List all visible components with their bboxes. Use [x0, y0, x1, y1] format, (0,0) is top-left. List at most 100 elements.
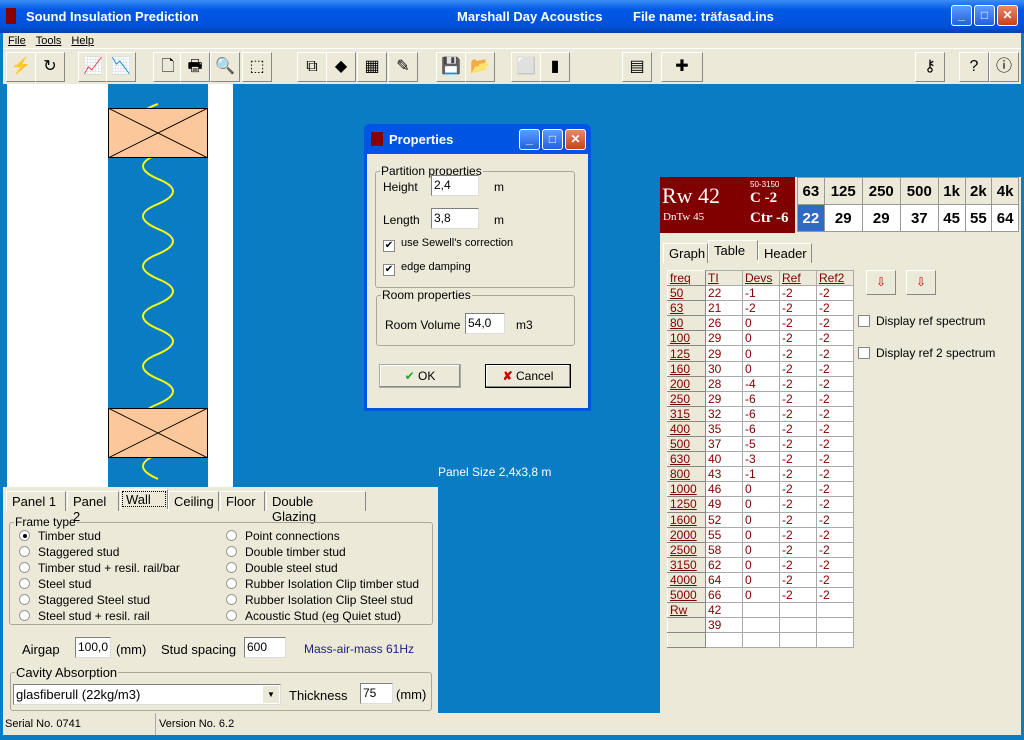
radio-circle[interactable]	[19, 546, 30, 557]
row-header[interactable]: 1600	[667, 511, 706, 528]
radio-steel-stud-resil-rail[interactable]: Steel stud + resil. rail	[19, 609, 150, 623]
table-cell[interactable]: -2	[742, 300, 780, 317]
table-cell[interactable]: 0	[742, 315, 780, 332]
radio-acoustic-stud-eg-quiet-stud-[interactable]: Acoustic Stud (eg Quiet stud)	[226, 609, 401, 623]
table-cell[interactable]	[816, 602, 854, 619]
table-cell[interactable]: -2	[779, 285, 817, 302]
row-header[interactable]: 2000	[667, 526, 706, 543]
radio-circle[interactable]	[226, 578, 237, 589]
table-cell[interactable]: 37	[705, 436, 743, 453]
row-header[interactable]: 5000	[667, 586, 706, 604]
table-cell[interactable]: -2	[779, 405, 817, 422]
table-cell[interactable]: 42	[705, 602, 743, 619]
radio-timber-stud[interactable]: Timber stud	[19, 529, 101, 543]
height-input[interactable]: 2,4	[431, 175, 479, 196]
copy-icon[interactable]: ⧉	[297, 52, 327, 82]
table-cell[interactable]: -2	[816, 586, 854, 604]
key-icon[interactable]: ⚷	[915, 52, 945, 82]
tab-panel-1[interactable]: Panel 1	[6, 491, 66, 511]
table-cell[interactable]: 21	[705, 300, 743, 317]
menu-file[interactable]: File	[8, 35, 26, 47]
table-cell[interactable]: 64	[705, 571, 743, 588]
table-cell[interactable]: -2	[779, 526, 817, 543]
export-icon[interactable]: ⇩	[866, 270, 896, 295]
export-ref-icon[interactable]: ⇩	[906, 270, 936, 295]
table-cell[interactable]: 35	[705, 420, 743, 438]
table-cell[interactable]	[705, 632, 743, 649]
table-cell[interactable]: -2	[816, 436, 854, 453]
table-cell[interactable]: 0	[742, 345, 780, 362]
table-cell[interactable]: 55	[705, 526, 743, 543]
radio-rubber-isolation-clip-timber-stud[interactable]: Rubber Isolation Clip timber stud	[226, 577, 419, 591]
table-cell[interactable]: 66	[705, 586, 743, 604]
row-header[interactable]	[667, 632, 706, 649]
table-cell[interactable]: -2	[779, 360, 817, 377]
table-cell[interactable]: 22	[705, 285, 743, 302]
refresh-icon[interactable]: ↻	[35, 52, 65, 82]
tab-ceiling[interactable]: Ceiling	[168, 491, 219, 511]
table-cell[interactable]: 28	[705, 375, 743, 392]
dialog-minimize-button[interactable]: _	[519, 129, 540, 150]
stud-spacing-input[interactable]: 600	[244, 637, 286, 658]
table-cell[interactable]: 0	[742, 481, 780, 498]
material-icon[interactable]: ◆	[326, 52, 356, 82]
radio-circle[interactable]	[19, 562, 30, 573]
table-cell[interactable]: -2	[816, 511, 854, 528]
info-icon[interactable]: ⓘ	[989, 52, 1019, 82]
table-cell[interactable]: -2	[816, 496, 854, 513]
table-cell[interactable]: -2	[779, 420, 817, 438]
radio-circle[interactable]	[226, 562, 237, 573]
table-cell[interactable]: -2	[816, 390, 854, 407]
octave-band-value[interactable]: 29	[823, 204, 863, 232]
table-cell[interactable]: 30	[705, 360, 743, 377]
preview-icon[interactable]: 🔍	[210, 52, 240, 82]
row-header[interactable]: 125	[667, 345, 706, 362]
help-icon[interactable]: ?	[959, 52, 989, 82]
table-cell[interactable]: -2	[779, 511, 817, 528]
radio-rubber-isolation-clip-steel-stud[interactable]: Rubber Isolation Clip Steel stud	[226, 593, 413, 607]
row-header[interactable]: 250	[667, 390, 706, 407]
table-cell[interactable]: 40	[705, 451, 743, 468]
radio-staggered-stud[interactable]: Staggered stud	[19, 545, 119, 559]
table-cell[interactable]: -6	[742, 420, 780, 438]
radio-circle[interactable]	[19, 578, 30, 589]
octave-band-value[interactable]: 45	[937, 204, 966, 232]
airgap-input[interactable]: 100,0	[75, 637, 111, 658]
tab-graph[interactable]: Graph	[663, 243, 708, 263]
row-header[interactable]: 1000	[667, 481, 706, 498]
open-icon[interactable]: 📂	[465, 52, 495, 82]
table-cell[interactable]: -2	[816, 360, 854, 377]
radio-steel-stud[interactable]: Steel stud	[19, 577, 91, 591]
calculate-icon[interactable]: ⚡	[6, 52, 36, 82]
radio-circle[interactable]	[226, 594, 237, 605]
table-cell[interactable]: -2	[779, 345, 817, 362]
table-cell[interactable]: 62	[705, 556, 743, 573]
radio-circle[interactable]	[19, 610, 30, 621]
row-header[interactable]: 160	[667, 360, 706, 377]
table-cell[interactable]: 58	[705, 541, 743, 558]
cancel-button[interactable]: ✘ Cancel	[485, 364, 571, 388]
table-cell[interactable]: 0	[742, 330, 780, 347]
table-cell[interactable]: -2	[816, 285, 854, 302]
radio-double-timber-stud[interactable]: Double timber stud	[226, 545, 346, 559]
display-ref2-checkbox[interactable]: Display ref 2 spectrum	[858, 346, 995, 360]
table-cell[interactable]	[742, 617, 780, 634]
row-header[interactable]: 315	[667, 405, 706, 422]
box-icon[interactable]: ⬜	[511, 52, 541, 82]
table-cell[interactable]: -2	[816, 345, 854, 362]
row-header[interactable]: 80	[667, 315, 706, 332]
graph-compare-icon[interactable]: 📉	[106, 52, 136, 82]
table-cell[interactable]: -2	[779, 556, 817, 573]
table-cell[interactable]: -2	[816, 556, 854, 573]
row-header[interactable]: Rw	[667, 602, 706, 619]
room-volume-input[interactable]: 54,0	[465, 313, 505, 334]
row-header[interactable]: 630	[667, 451, 706, 468]
table-cell[interactable]: 0	[742, 586, 780, 604]
close-button[interactable]: ✕	[997, 5, 1018, 26]
radio-circle[interactable]	[226, 530, 237, 541]
table-cell[interactable]	[816, 632, 854, 649]
table-cell[interactable]: -2	[816, 526, 854, 543]
table-cell[interactable]: -6	[742, 390, 780, 407]
table-cell[interactable]: -2	[816, 315, 854, 332]
table-cell[interactable]: -2	[816, 481, 854, 498]
